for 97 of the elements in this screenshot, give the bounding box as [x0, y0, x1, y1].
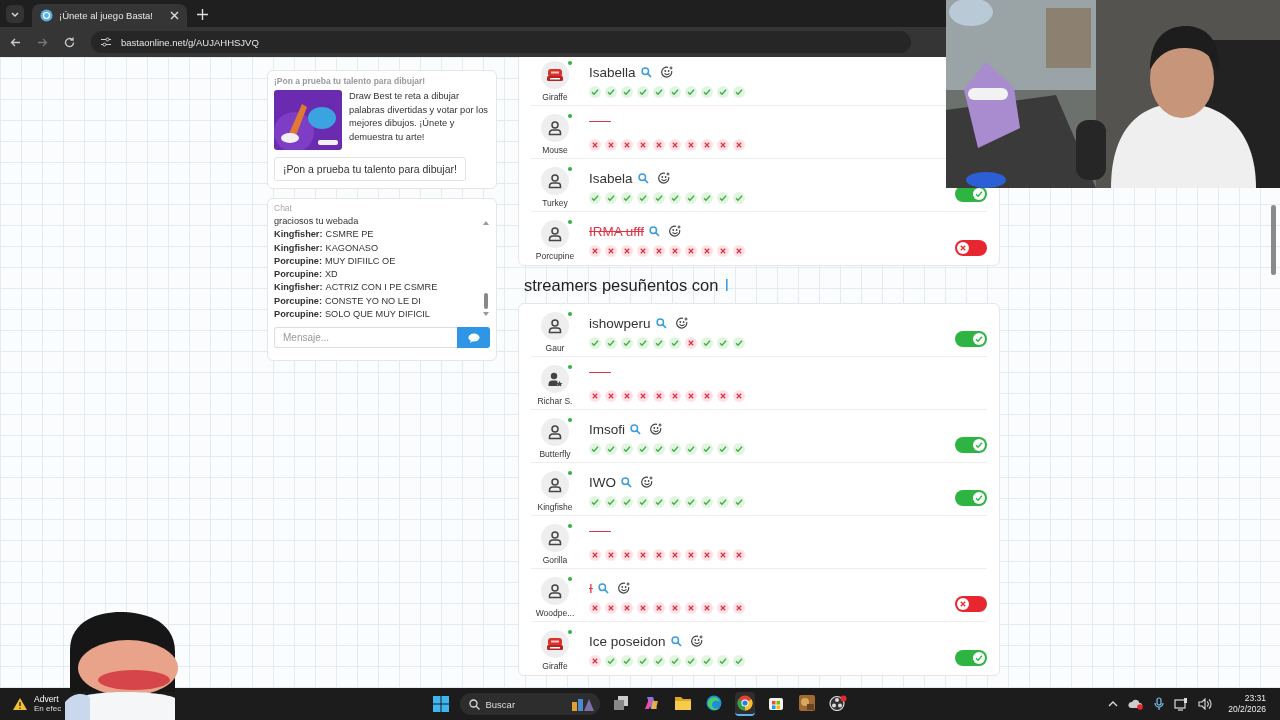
toggle-switch[interactable]	[955, 650, 987, 666]
address-bar[interactable]: bastaonline.net/g/AUJAHHSJVQ	[91, 31, 911, 53]
empty-answer-line	[589, 120, 611, 122]
volume-icon[interactable]	[1198, 698, 1213, 710]
clock-time[interactable]: 23:31	[1244, 693, 1266, 704]
player-animal: Mouse	[542, 145, 568, 155]
answer-text: ishowperu	[589, 315, 651, 331]
avatar-icon	[541, 630, 569, 658]
globe-icon	[40, 9, 53, 22]
player-animal: Butterfly	[539, 449, 571, 459]
add-reaction-icon[interactable]	[660, 66, 673, 78]
avatar-icon	[541, 418, 569, 446]
player-animal: Gorilla	[542, 555, 568, 565]
chat-message: Kingfisher: ACTRIZ CON I PE CSMRE	[274, 281, 439, 295]
site-settings-icon[interactable]	[100, 37, 112, 47]
check-icon[interactable]	[975, 335, 983, 343]
add-reaction-icon[interactable]	[675, 317, 688, 329]
player-animal: Gaur	[545, 343, 565, 353]
microphone-icon[interactable]	[1154, 697, 1165, 711]
add-reaction-icon[interactable]	[657, 172, 670, 184]
check-icon[interactable]	[975, 654, 983, 662]
warning-icon[interactable]	[12, 697, 28, 711]
clock-date[interactable]: 20/2/2026	[1228, 704, 1266, 715]
toggle-switch[interactable]	[955, 596, 987, 612]
avatar-icon	[541, 471, 569, 499]
chat-message: Porcupine: XD	[274, 268, 339, 282]
promo-heading: ¡Pon a prueba tu talento para dibujar!	[274, 76, 427, 86]
chat-message: graciosos tu webada	[274, 215, 360, 228]
start-icon[interactable]	[432, 696, 449, 712]
chat-message: Porcupine: MUY DIFIILC OE	[274, 254, 397, 268]
chat-message: Kingfisher: CSMRE PE	[274, 228, 375, 242]
browser-tab[interactable]: ¡Únete al juego Basta!	[32, 4, 187, 27]
chat-message: Kingfisher: KAGONASO	[274, 241, 380, 255]
weather-subtitle[interactable]: En efec	[34, 704, 62, 714]
category-heading: streamers pesuñentos con	[524, 276, 719, 295]
chat-bubble-icon[interactable]	[467, 332, 480, 343]
taskbar-search-field[interactable]: Buscar	[459, 693, 600, 715]
chat-message: Porcupine: CONSTE YO NO LE DI	[274, 294, 422, 308]
chat-label: Chat	[274, 203, 293, 213]
player-animal: Giraffe	[542, 92, 568, 102]
toggle-switch[interactable]	[955, 490, 987, 506]
back-icon[interactable]	[10, 36, 21, 48]
weather-title[interactable]: Advert	[34, 694, 62, 704]
answer-text: Isabela	[589, 170, 633, 186]
answer-text: Isabella	[589, 64, 636, 80]
cross-icon[interactable]	[960, 601, 966, 607]
add-reaction-icon[interactable]	[617, 582, 630, 594]
toggle-switch[interactable]	[955, 240, 987, 256]
cross-icon[interactable]	[960, 245, 966, 251]
network-icon[interactable]	[1174, 697, 1189, 711]
avatar-icon	[541, 220, 569, 248]
new-tab-icon[interactable]	[197, 9, 208, 20]
add-reaction-icon[interactable]	[641, 476, 653, 488]
toggle-switch[interactable]	[955, 437, 987, 453]
cloud-icon[interactable]	[1128, 698, 1145, 710]
add-reaction-icon[interactable]	[650, 423, 662, 435]
player-animal: Woodpe...	[535, 608, 575, 618]
player-animal: Porcupine	[535, 251, 575, 261]
answer-text: Ice poseidon	[589, 633, 666, 649]
chat-message: Porcupine: SOLO QUE MUY DIFICIL	[274, 308, 431, 319]
answer-text: IRMA ufff	[589, 223, 645, 239]
check-icon[interactable]	[975, 441, 983, 449]
player-animal: Turkey	[542, 198, 568, 208]
avatar-icon	[541, 114, 569, 142]
avatar-icon	[541, 365, 569, 393]
category-letter: I	[724, 276, 730, 295]
check-icon[interactable]	[975, 190, 983, 198]
player-animal: Giraffe	[542, 661, 568, 671]
chrome-app-icon[interactable]	[734, 692, 755, 716]
answer-text: Imsofi	[589, 421, 625, 437]
reload-icon[interactable]	[64, 36, 75, 48]
promo-description: Draw Best te reta a dibujar palabras divertidas y votar por los mejores dibujos. ¡Únete y demuestra tu arte!	[349, 90, 489, 144]
add-reaction-icon[interactable]	[690, 635, 703, 647]
answer-text: IWO	[589, 474, 616, 490]
forward-icon[interactable]	[37, 36, 48, 48]
check-icon[interactable]	[975, 494, 983, 502]
empty-answer-line	[589, 530, 611, 532]
empty-answer-line	[589, 371, 611, 373]
caret-icon[interactable]	[1108, 699, 1119, 709]
avatar-icon	[541, 61, 569, 89]
avatar-icon	[541, 577, 569, 605]
scrollbar-thumb[interactable]	[1271, 205, 1276, 275]
tab-search-button[interactable]	[6, 5, 24, 23]
draw-challenge-button[interactable]: ¡Pon a prueba tu talento para dibujar!	[274, 157, 466, 181]
message-field[interactable]: Mensaje...	[274, 327, 458, 348]
close-icon[interactable]	[170, 11, 179, 20]
answer-text: I	[589, 580, 593, 596]
player-animal: Richar S.	[537, 396, 573, 406]
add-reaction-icon[interactable]	[669, 225, 682, 237]
send-button[interactable]	[457, 327, 490, 348]
widget-icon[interactable]	[569, 697, 594, 711]
avatar-icon	[541, 167, 569, 195]
player-animal: Kingfishe	[537, 502, 573, 512]
avatar-icon	[541, 312, 569, 340]
search-icon[interactable]	[468, 698, 480, 710]
avatar-icon	[541, 524, 569, 552]
toggle-switch[interactable]	[955, 331, 987, 347]
